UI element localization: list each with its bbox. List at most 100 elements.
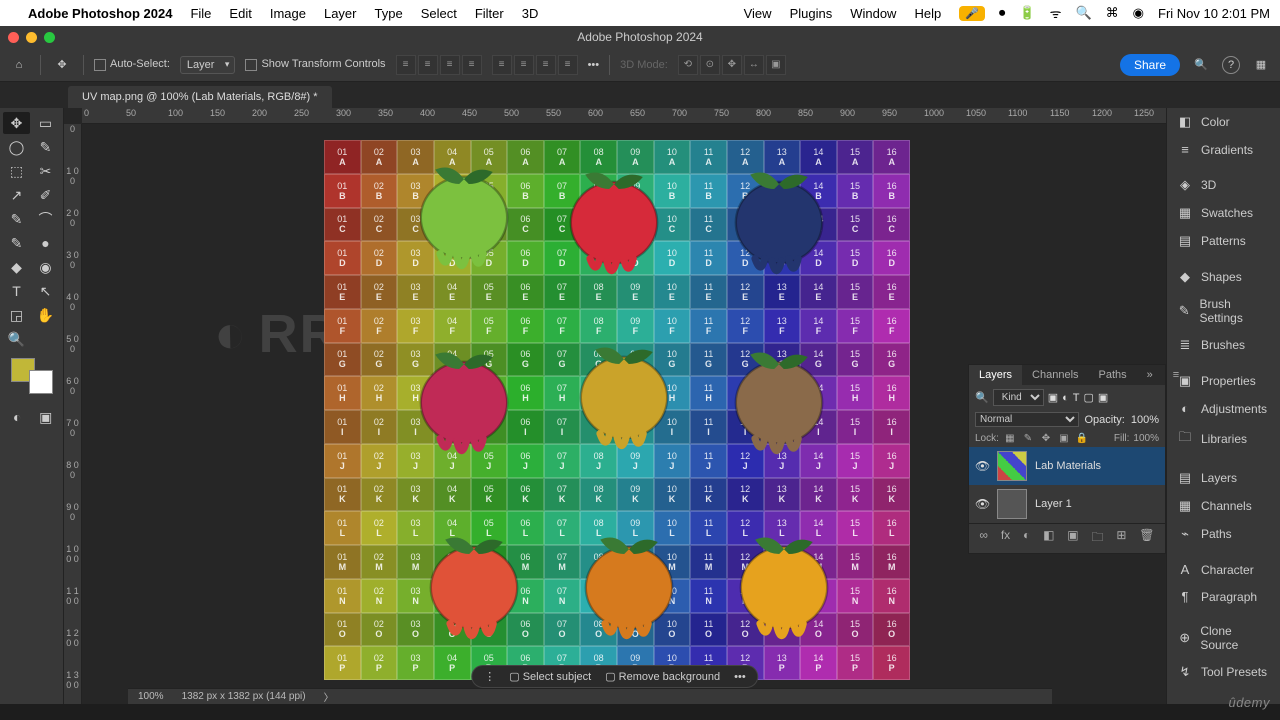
layer-mask-icon[interactable]: ◐: [1023, 528, 1030, 549]
quick-mask-icon[interactable]: ◐: [4, 406, 31, 428]
layer-new-icon[interactable]: ⊞: [1116, 528, 1126, 549]
auto-select-check[interactable]: Auto-Select:: [94, 58, 170, 70]
distribute-1-icon[interactable]: ≡: [492, 55, 512, 75]
wifi-icon[interactable]: ᯤ: [1050, 4, 1062, 22]
tool-9[interactable]: ⌒: [32, 208, 59, 230]
lock-image-icon[interactable]: ✎: [1021, 431, 1035, 445]
workspace-icon[interactable]: ▦: [1250, 54, 1272, 76]
layer-fx-icon[interactable]: fx: [1001, 528, 1010, 549]
tool-12[interactable]: ◆: [3, 256, 30, 278]
filter-smart-icon[interactable]: ▣: [1098, 391, 1108, 404]
layer-delete-icon[interactable]: 🗑: [1139, 528, 1154, 549]
share-button[interactable]: Share: [1120, 54, 1180, 76]
distribute-buttons[interactable]: ≡ ≡ ≡ ≡: [492, 55, 578, 75]
paths-tab[interactable]: Paths: [1089, 365, 1137, 385]
lock-trans-icon[interactable]: ▦: [1003, 431, 1017, 445]
tool-19[interactable]: [32, 328, 59, 350]
doc-info[interactable]: 1382 px x 1382 px (144 ppi): [182, 691, 306, 702]
panel-color[interactable]: ◧Color: [1167, 108, 1280, 136]
zoom-level[interactable]: 100%: [138, 691, 164, 702]
context-more-icon[interactable]: •••: [734, 671, 746, 683]
auto-select-dropdown[interactable]: Layer: [180, 56, 236, 74]
canvas-image[interactable]: 01A02A03A04A05A06A07A08A09A10A11A12A13A1…: [324, 140, 910, 680]
search-icon[interactable]: 🔍: [1190, 54, 1212, 76]
layer-group-icon[interactable]: ▣: [1067, 528, 1078, 549]
layer-adjustment-icon[interactable]: ◧: [1043, 528, 1054, 549]
panel-clone-source[interactable]: ⊕Clone Source: [1167, 618, 1280, 658]
panel-channels[interactable]: ▦Channels: [1167, 492, 1280, 520]
tool-15[interactable]: ↖: [32, 280, 59, 302]
panel-menu-icon[interactable]: ≡: [1163, 365, 1189, 385]
tool-13[interactable]: ◉: [32, 256, 59, 278]
panel-patterns[interactable]: ▤Patterns: [1167, 227, 1280, 255]
menu-select[interactable]: Select: [421, 6, 457, 21]
tool-1[interactable]: ▭: [32, 112, 59, 134]
traffic-lights[interactable]: [8, 32, 55, 43]
screen-mode-icon[interactable]: ▣: [32, 406, 59, 428]
app-name[interactable]: Adobe Photoshop 2024: [28, 6, 172, 21]
align-right-icon[interactable]: ≡: [440, 55, 460, 75]
mic-icon[interactable]: 🎤: [959, 6, 985, 21]
opacity-value[interactable]: 100%: [1131, 414, 1159, 426]
panel-paragraph[interactable]: ¶Paragraph: [1167, 583, 1280, 610]
minimize-window-icon[interactable]: [26, 32, 37, 43]
layer-filter-dropdown[interactable]: Kind: [993, 389, 1044, 406]
align-buttons[interactable]: ≡ ≡ ≡ ≡: [396, 55, 482, 75]
menu-view[interactable]: View: [744, 6, 772, 21]
spotlight-icon[interactable]: 🔍: [1075, 5, 1091, 21]
panel-tool-presets[interactable]: ↯Tool Presets: [1167, 658, 1280, 686]
panel-paths[interactable]: ⌁Paths: [1167, 520, 1280, 548]
tool-3[interactable]: ✎: [32, 136, 59, 158]
layer-name[interactable]: Layer 1: [1035, 498, 1072, 510]
panel-brush-settings[interactable]: ✎Brush Settings: [1167, 291, 1280, 331]
menu-layer[interactable]: Layer: [324, 6, 357, 21]
channels-tab[interactable]: Channels: [1022, 365, 1088, 385]
visibility-icon[interactable]: 👁: [975, 459, 989, 473]
status-arrow-icon[interactable]: 〉: [324, 689, 334, 704]
layers-tab[interactable]: Layers: [969, 365, 1022, 385]
drag-handle-icon[interactable]: ⋮: [484, 670, 495, 683]
panel-brushes[interactable]: ≣Brushes: [1167, 331, 1280, 359]
tool-4[interactable]: ⬚: [3, 160, 30, 182]
align-left-icon[interactable]: ≡: [396, 55, 416, 75]
lock-artboard-icon[interactable]: ▣: [1057, 431, 1071, 445]
panel-swatches[interactable]: ▦Swatches: [1167, 199, 1280, 227]
menu-file[interactable]: File: [190, 6, 211, 21]
menu-image[interactable]: Image: [270, 6, 306, 21]
tool-11[interactable]: ●: [32, 232, 59, 254]
panel-3d[interactable]: ◈3D: [1167, 171, 1280, 199]
layer-thumb[interactable]: [997, 451, 1027, 481]
menu-edit[interactable]: Edit: [229, 6, 251, 21]
lock-pos-icon[interactable]: ✥: [1039, 431, 1053, 445]
layer-folder-icon[interactable]: 🗀: [1091, 528, 1103, 549]
close-window-icon[interactable]: [8, 32, 19, 43]
filter-shape-icon[interactable]: ▢: [1084, 391, 1094, 404]
color-swatch[interactable]: [11, 358, 53, 394]
menu-filter[interactable]: Filter: [475, 6, 504, 21]
layers-panel[interactable]: Layers Channels Paths » ≡ 🔍 Kind ▣ ◐ T ▢…: [968, 364, 1166, 554]
tool-14[interactable]: T: [3, 280, 30, 302]
distribute-2-icon[interactable]: ≡: [514, 55, 534, 75]
remove-background-button[interactable]: ▢ Remove background: [605, 670, 720, 683]
panel-character[interactable]: ACharacter: [1167, 556, 1280, 583]
select-subject-button[interactable]: ▢ Select subject: [509, 670, 591, 683]
clock[interactable]: Fri Nov 10 2:01 PM: [1158, 6, 1270, 21]
fill-value[interactable]: 100%: [1133, 433, 1159, 444]
tool-5[interactable]: ✂: [32, 160, 59, 182]
zoom-window-icon[interactable]: [44, 32, 55, 43]
panel-shapes[interactable]: ◆Shapes: [1167, 263, 1280, 291]
tool-0[interactable]: ✥: [3, 112, 30, 134]
layer-name[interactable]: Lab Materials: [1035, 460, 1101, 472]
lock-all-icon[interactable]: 🔒: [1075, 431, 1089, 445]
tool-16[interactable]: ◲: [3, 304, 30, 326]
help-icon[interactable]: ?: [1222, 56, 1240, 74]
control-center-icon[interactable]: ⌘: [1106, 5, 1119, 21]
filter-search-icon[interactable]: 🔍: [975, 391, 989, 404]
tool-2[interactable]: ◯: [3, 136, 30, 158]
distribute-3-icon[interactable]: ≡: [536, 55, 556, 75]
more-align-icon[interactable]: •••: [588, 59, 600, 71]
background-color[interactable]: [29, 370, 53, 394]
tool-6[interactable]: ↗: [3, 184, 30, 206]
visibility-icon[interactable]: 👁: [975, 497, 989, 511]
contextual-task-bar[interactable]: ⋮ ▢ Select subject ▢ Remove background •…: [471, 665, 758, 688]
